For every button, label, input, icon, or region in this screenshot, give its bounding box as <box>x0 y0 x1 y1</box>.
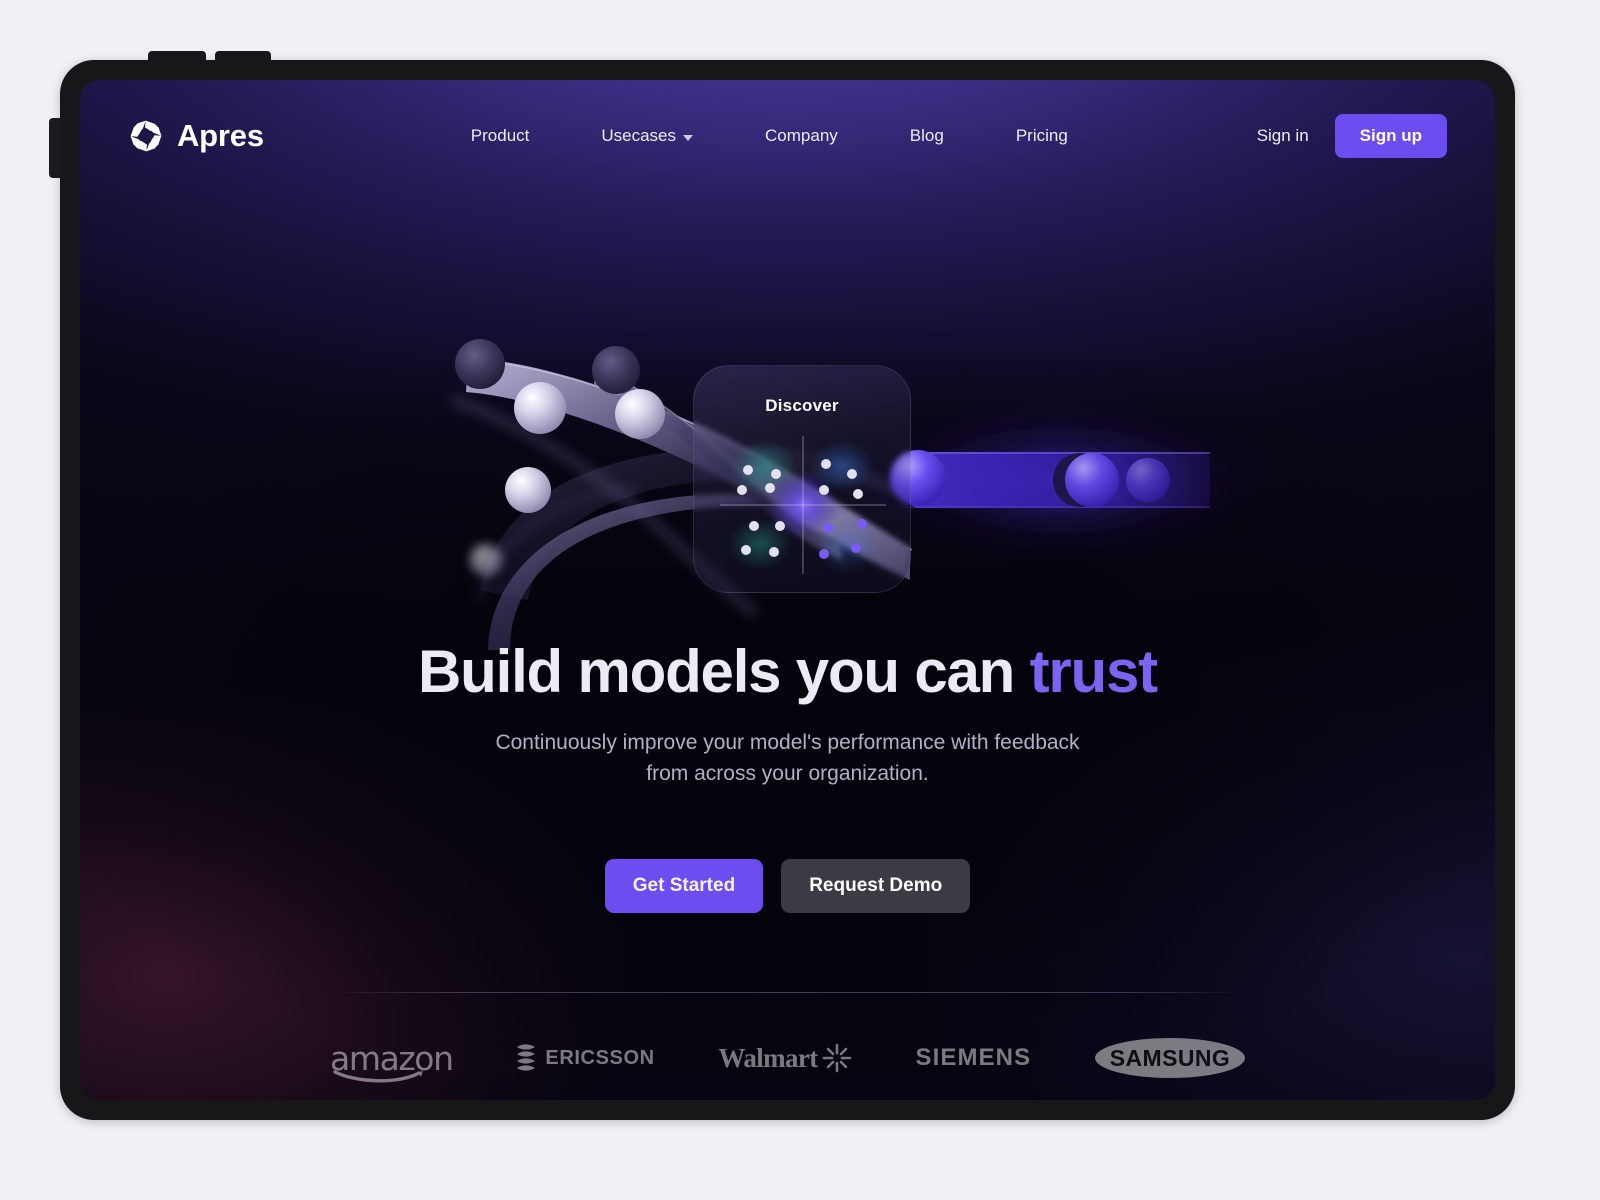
headline-accent-text: trust <box>1029 638 1159 705</box>
logo-strip-divider <box>330 992 1245 993</box>
nav-item-product[interactable]: Product <box>435 126 566 146</box>
logo-siemens-text: SIEMENS <box>915 1044 1032 1071</box>
logo-samsung: SAMSUNG <box>1094 1038 1245 1078</box>
hero-subtitle: Continuously improve your model's perfor… <box>80 727 1495 789</box>
logo-walmart: Walmart <box>718 1042 852 1074</box>
primary-nav: Product Usecases Company Blog Pricing <box>282 126 1257 146</box>
sign-in-link[interactable]: Sign in <box>1257 126 1309 146</box>
nav-item-pricing[interactable]: Pricing <box>980 126 1104 146</box>
chevron-down-icon <box>683 134 694 141</box>
logo-ericsson-text: ERICSSON <box>545 1046 655 1069</box>
hero-illustration: Discover <box>80 230 1495 650</box>
nav-item-company[interactable]: Company <box>729 126 874 146</box>
nav-item-blog[interactable]: Blog <box>874 126 980 146</box>
device-screen: Apres Product Usecases Company Blog Pric… <box>80 80 1495 1100</box>
customer-logo-strip: amazon ERICSSON Walmart SIEMENS SAMSUNG <box>330 1025 1245 1091</box>
request-demo-button[interactable]: Request Demo <box>781 858 971 913</box>
brand-name: Apres <box>177 118 264 153</box>
nav-label-company: Company <box>765 126 838 145</box>
logo-samsung-text: SAMSUNG <box>1109 1044 1231 1071</box>
site-header: Apres Product Usecases Company Blog Pric… <box>80 80 1495 192</box>
nav-label-blog: Blog <box>909 126 944 145</box>
logo-walmart-text: Walmart <box>718 1042 818 1073</box>
ericsson-mark-icon <box>517 1044 536 1071</box>
power-button[interactable] <box>49 118 61 178</box>
nav-label-usecases: Usecases <box>601 126 677 145</box>
apres-pinwheel-logo-icon <box>128 118 164 154</box>
discover-card-title: Discover <box>765 396 839 415</box>
walmart-spark-icon <box>822 1043 852 1073</box>
hero-subtitle-line-2: from across your organization. <box>646 761 929 785</box>
logo-ericsson: ERICSSON <box>516 1043 654 1073</box>
discover-card[interactable]: Discover <box>693 365 911 593</box>
page-title: Build models you can trust <box>80 638 1495 705</box>
volume-up-button[interactable] <box>148 51 206 63</box>
brand-logo-link[interactable]: Apres <box>128 118 264 154</box>
hero-subtitle-line-1: Continuously improve your model's perfor… <box>495 730 1080 754</box>
sign-up-button[interactable]: Sign up <box>1334 114 1447 158</box>
tablet-device-frame: Apres Product Usecases Company Blog Pric… <box>49 51 1515 1120</box>
nav-item-usecases[interactable]: Usecases <box>565 126 729 146</box>
volume-down-button[interactable] <box>215 51 271 63</box>
hero-actions: Get Started Request Demo <box>80 858 1495 913</box>
hero-copy: Build models you can trust Continuously … <box>80 638 1495 913</box>
logo-siemens: SIEMENS <box>915 1044 1031 1072</box>
logo-amazon: amazon <box>330 1042 454 1082</box>
get-started-button[interactable]: Get Started <box>604 858 764 913</box>
nav-label-product: Product <box>470 126 530 145</box>
nav-label-pricing: Pricing <box>1015 126 1068 145</box>
header-actions: Sign in Sign up <box>1257 114 1447 158</box>
headline-main-text: Build models you can <box>418 638 1030 705</box>
scatter-plot-quadrant-chart-icon <box>712 432 894 578</box>
amazon-smile-icon <box>333 1069 423 1082</box>
